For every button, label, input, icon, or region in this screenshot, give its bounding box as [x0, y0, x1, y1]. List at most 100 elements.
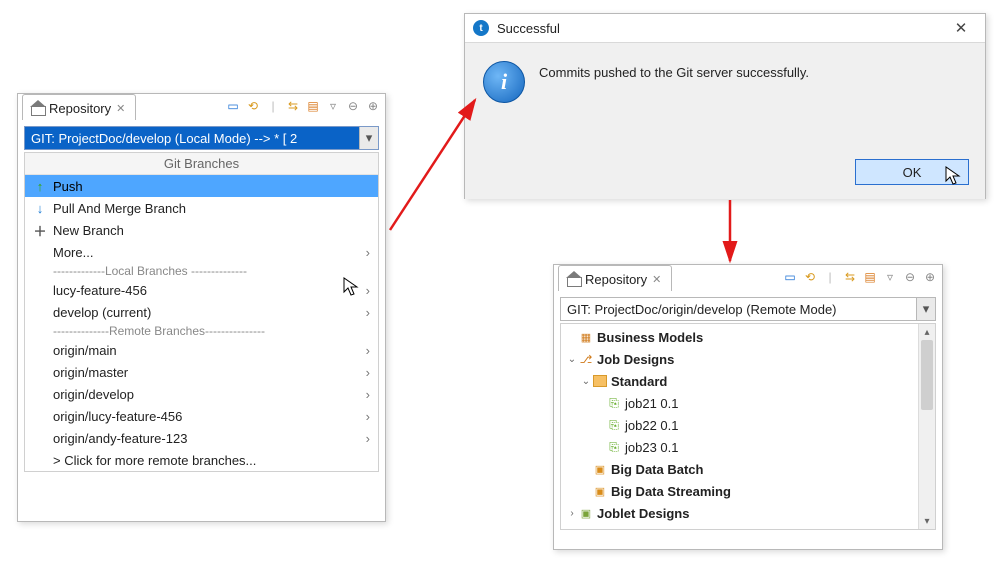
menu-item-more[interactable]: More... › — [25, 241, 378, 263]
chevron-right-icon: › — [366, 365, 370, 380]
job-icon: ⎘ — [607, 396, 621, 410]
refresh-icon[interactable]: ⟲ — [802, 269, 818, 285]
tree-node-standard[interactable]: ⌄ Standard — [565, 370, 935, 392]
folder-icon: ▣ — [593, 484, 607, 498]
expand-toggle-icon[interactable]: ⌄ — [579, 376, 593, 387]
chevron-right-icon: › — [366, 409, 370, 424]
tree-node-job[interactable]: ⎘ job23 0.1 — [565, 436, 935, 458]
tab-label: Repository — [49, 101, 111, 116]
menu-label: origin/lucy-feature-456 — [49, 409, 366, 424]
tree-node-joblet-designs[interactable]: › ▣ Joblet Designs — [565, 502, 935, 524]
pull-icon: ↓ — [31, 201, 49, 216]
expand-toggle-icon[interactable]: ⌄ — [565, 354, 579, 365]
tree-label: Big Data Batch — [611, 462, 703, 477]
tree-node-business-models[interactable]: ▦ Business Models — [565, 326, 935, 348]
collapse-all-icon[interactable]: ▭ — [225, 98, 241, 114]
view-menu-icon[interactable]: ▿ — [325, 98, 341, 114]
expand-toggle-icon[interactable]: › — [565, 508, 579, 519]
maximize-icon[interactable]: ⊕ — [922, 269, 938, 285]
tree-node-job[interactable]: ⎘ job21 0.1 — [565, 392, 935, 414]
chevron-right-icon: › — [366, 387, 370, 402]
menu-label: lucy-feature-456 — [49, 283, 366, 298]
filter-icon[interactable]: ▤ — [305, 98, 321, 114]
plus-icon: ＋ — [31, 221, 49, 240]
chevron-down-icon[interactable]: ▾ — [916, 298, 935, 320]
menu-item-new-branch[interactable]: ＋ New Branch — [25, 219, 378, 241]
info-icon: i — [483, 61, 525, 103]
repository-panel-right: Repository ✕ ▭ ⟲ | ⇆ ▤ ▿ ⊖ ⊕ GIT: Projec… — [553, 264, 943, 550]
panel-toolbar: ▭ ⟲ | ⇆ ▤ ▿ ⊖ ⊕ — [782, 269, 938, 285]
refresh-icon[interactable]: ⟲ — [245, 98, 261, 114]
tree-label: Joblet Designs — [597, 506, 689, 521]
tree-node-bigdata-streaming[interactable]: ▣ Big Data Streaming — [565, 480, 935, 502]
branch-remote[interactable]: origin/lucy-feature-456 › — [25, 405, 378, 427]
job-icon: ⎘ — [607, 440, 621, 454]
branch-remote[interactable]: origin/develop › — [25, 383, 378, 405]
tab-repository[interactable]: Repository ✕ — [558, 265, 672, 291]
vertical-scrollbar[interactable]: ▴ ▾ — [918, 324, 935, 529]
git-branch-selector[interactable]: GIT: ProjectDoc/origin/develop (Remote M… — [560, 297, 936, 321]
scrollbar-thumb[interactable] — [921, 340, 933, 410]
branch-remote[interactable]: origin/andy-feature-123 › — [25, 427, 378, 449]
home-icon — [567, 274, 580, 285]
minimize-icon[interactable]: ⊖ — [345, 98, 361, 114]
menu-label: More... — [49, 245, 366, 260]
menu-label: > Click for more remote branches... — [49, 453, 370, 468]
menu-item-pull[interactable]: ↓ Pull And Merge Branch — [25, 197, 378, 219]
maximize-icon[interactable]: ⊕ — [365, 98, 381, 114]
scroll-down-icon[interactable]: ▾ — [919, 513, 935, 529]
repository-tree: ▦ Business Models ⌄ ⎇ Job Designs ⌄ Stan… — [560, 323, 936, 530]
remote-branches-separator: --------------Remote Branches-----------… — [25, 323, 378, 339]
scrollbar-track[interactable] — [919, 340, 935, 513]
chevron-right-icon: › — [366, 431, 370, 446]
tab-close-icon[interactable]: ✕ — [116, 102, 125, 115]
menu-label: origin/main — [49, 343, 366, 358]
toolbar-separator: | — [822, 269, 838, 285]
dialog-successful: t Successful ✕ i Commits pushed to the G… — [464, 13, 986, 199]
tree-node-bigdata-batch[interactable]: ▣ Big Data Batch — [565, 458, 935, 480]
chevron-right-icon: › — [366, 305, 370, 320]
close-icon[interactable]: ✕ — [945, 19, 977, 37]
chevron-right-icon: › — [366, 245, 370, 260]
menu-label: develop (current) — [49, 305, 366, 320]
repository-panel-left: Repository ✕ ▭ ⟲ | ⇆ ▤ ▿ ⊖ ⊕ GIT: Projec… — [17, 93, 386, 522]
branch-remote[interactable]: origin/master › — [25, 361, 378, 383]
dialog-title-bar: t Successful ✕ — [465, 14, 985, 43]
view-menu-icon[interactable]: ▿ — [882, 269, 898, 285]
tree-label: Standard — [611, 374, 667, 389]
branch-local[interactable]: develop (current) › — [25, 301, 378, 323]
git-branches-menu: Git Branches ↑ Push ↓ Pull And Merge Bra… — [24, 152, 379, 472]
tree-node-job[interactable]: ⎘ job22 0.1 — [565, 414, 935, 436]
tab-repository[interactable]: Repository ✕ — [22, 94, 136, 120]
git-branch-selector[interactable]: GIT: ProjectDoc/develop (Local Mode) -->… — [24, 126, 379, 150]
tree-label: job23 0.1 — [625, 440, 679, 455]
tab-bar: Repository ✕ ▭ ⟲ | ⇆ ▤ ▿ ⊖ ⊕ — [18, 94, 385, 120]
arrow-annotation — [710, 195, 750, 275]
collapse-all-icon[interactable]: ▭ — [782, 269, 798, 285]
branch-local[interactable]: lucy-feature-456 › — [25, 279, 378, 301]
tree-node-job-designs[interactable]: ⌄ ⎇ Job Designs — [565, 348, 935, 370]
tree-label: Business Models — [597, 330, 703, 345]
folder-icon: ▣ — [593, 462, 607, 476]
button-label: OK — [903, 165, 922, 180]
menu-label: New Branch — [49, 223, 370, 238]
folder-icon — [593, 375, 607, 387]
tab-label: Repository — [585, 272, 647, 287]
more-remote-branches[interactable]: > Click for more remote branches... — [25, 449, 378, 471]
model-icon: ▦ — [579, 330, 593, 344]
combo-value: GIT: ProjectDoc/origin/develop (Remote M… — [561, 302, 916, 317]
menu-label: origin/master — [49, 365, 366, 380]
combo-value: GIT: ProjectDoc/develop (Local Mode) -->… — [25, 131, 359, 146]
tab-close-icon[interactable]: ✕ — [652, 273, 661, 286]
sync-icon[interactable]: ⇆ — [285, 98, 301, 114]
chevron-down-icon[interactable]: ▾ — [359, 127, 378, 149]
push-icon: ↑ — [31, 179, 49, 194]
sync-icon[interactable]: ⇆ — [842, 269, 858, 285]
ok-button[interactable]: OK — [855, 159, 969, 185]
menu-item-push[interactable]: ↑ Push — [25, 175, 378, 197]
minimize-icon[interactable]: ⊖ — [902, 269, 918, 285]
chevron-right-icon: › — [366, 343, 370, 358]
branch-remote[interactable]: origin/main › — [25, 339, 378, 361]
scroll-up-icon[interactable]: ▴ — [919, 324, 935, 340]
filter-icon[interactable]: ▤ — [862, 269, 878, 285]
